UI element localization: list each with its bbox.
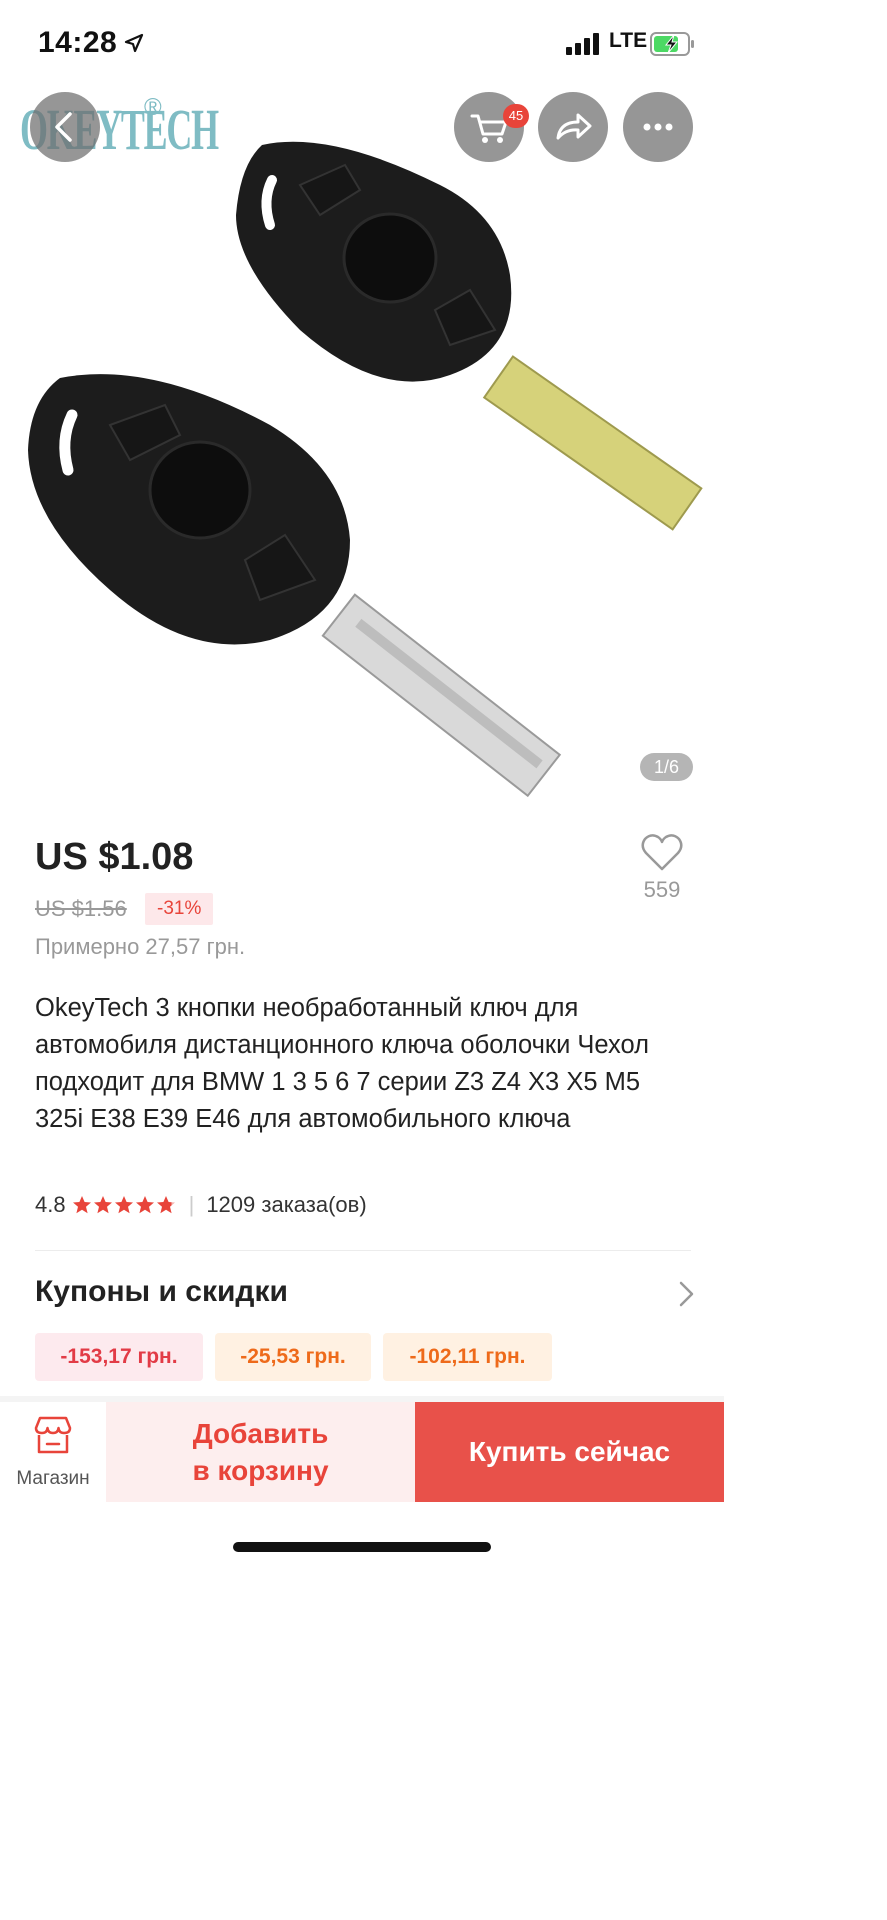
star-icon xyxy=(135,1196,154,1214)
car-key-illustration xyxy=(28,141,703,798)
share-button[interactable] xyxy=(538,92,608,162)
coupon-item[interactable]: -153,17 грн. xyxy=(35,1333,203,1381)
coupons-title[interactable]: Купоны и скидки xyxy=(35,1275,288,1309)
image-pager: 1/6 xyxy=(640,753,693,781)
chevron-left-icon xyxy=(55,112,72,142)
current-price: US $1.08 xyxy=(35,836,194,878)
network-type: LTE xyxy=(609,29,648,52)
buy-now-label: Купить сейчас xyxy=(468,1436,671,1467)
coupon-item[interactable]: -102,11 грн. xyxy=(383,1333,552,1381)
more-dots-icon xyxy=(643,123,673,131)
store-icon xyxy=(34,1416,72,1454)
orders-count: 1209 заказа(ов) xyxy=(206,1192,367,1217)
signal-bars-icon xyxy=(566,33,599,55)
divider xyxy=(35,1250,691,1251)
cart-count-badge: 45 xyxy=(503,104,529,128)
location-arrow-icon xyxy=(124,33,144,53)
status-time: 14:28 xyxy=(38,26,118,59)
share-arrow-icon xyxy=(556,113,592,140)
buy-now-button[interactable]: Купить сейчас xyxy=(415,1402,724,1502)
product-image[interactable] xyxy=(0,88,724,810)
battery-charging-icon xyxy=(650,32,694,56)
star-icon xyxy=(156,1196,175,1214)
product-title: OkeyTech 3 кнопки необработанный ключ дл… xyxy=(35,994,649,1133)
add-to-cart-label: Добавить в корзину xyxy=(192,1418,329,1486)
more-button[interactable] xyxy=(623,92,693,162)
back-button[interactable] xyxy=(30,92,100,162)
home-indicator[interactable] xyxy=(233,1542,491,1552)
brand-registered-mark: ® xyxy=(144,94,162,121)
status-bar: 14:28 LTE xyxy=(0,0,724,88)
home-area xyxy=(0,1502,724,1568)
wishlist-count: 559 xyxy=(643,877,681,902)
discount-badge: -31% xyxy=(145,893,214,925)
rating-row[interactable]: 4.8 | 1209 заказа(ов) xyxy=(35,1190,367,1220)
star-icon xyxy=(72,1196,91,1214)
chevron-right-icon[interactable] xyxy=(676,1280,696,1308)
rating-stars xyxy=(72,1195,177,1215)
heart-icon[interactable] xyxy=(640,832,684,872)
approx-price: Примерно 27,57 грн. xyxy=(35,934,246,959)
store-label: Магазин xyxy=(16,1468,90,1489)
add-to-cart-button[interactable]: Добавить в корзину xyxy=(106,1402,415,1502)
star-icon xyxy=(114,1196,133,1214)
rating-separator: | xyxy=(188,1192,195,1217)
coupon-item[interactable]: -25,53 грн. xyxy=(215,1333,371,1381)
original-price: US $1.56 xyxy=(35,896,127,921)
star-icon xyxy=(93,1196,112,1214)
rating-value: 4.8 xyxy=(35,1192,66,1217)
